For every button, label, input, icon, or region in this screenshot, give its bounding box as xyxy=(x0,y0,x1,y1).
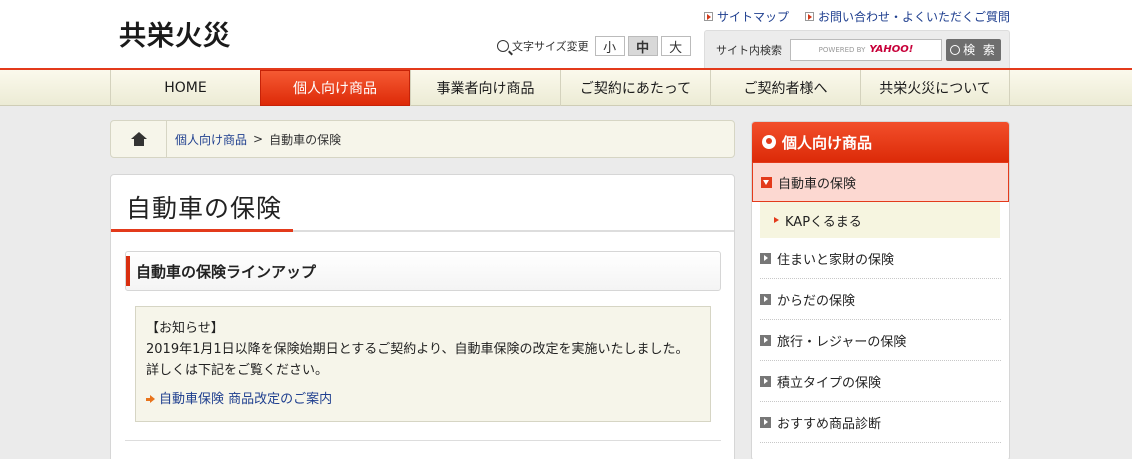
notice-body: 2019年1月1日以降を保険始期日とするご契約より、自動車保険の改定を実施いたし… xyxy=(146,342,689,378)
nav-for-policyholders[interactable]: ご契約者様へ xyxy=(710,70,860,106)
notice-box: 【お知らせ】 2019年1月1日以降を保険始期日とするご契約より、自動車保険の改… xyxy=(135,306,711,422)
notice-heading: 【お知らせ】 xyxy=(146,321,224,336)
sidebar: 個人向け商品 自動車の保険 KAPくるまる 住まいと家財の保険 からだの保険 旅… xyxy=(751,121,1010,459)
sidebar-item-travel-insurance[interactable]: 旅行・レジャーの保険 xyxy=(760,320,1001,361)
font-size-label: 文字サイズ変更 xyxy=(512,40,589,53)
breadcrumb-current: 自動車の保険 xyxy=(269,132,342,147)
sidebar-item-savings-insurance[interactable]: 積立タイプの保険 xyxy=(760,361,1001,402)
breadcrumb-link-personal[interactable]: 個人向け商品 xyxy=(175,131,247,148)
yahoo-logo: YAHOO! xyxy=(869,44,914,55)
circle-icon xyxy=(762,135,776,149)
search-label: サイト内検索 xyxy=(716,43,782,57)
chevron-right-icon xyxy=(760,334,771,346)
chevron-down-icon xyxy=(761,176,772,188)
breadcrumb-separator: > xyxy=(253,132,264,146)
contact-faq-link[interactable]: お問い合わせ・よくいただくご質問 xyxy=(804,8,1010,25)
section-bar xyxy=(126,256,130,286)
sidebar-subitem-kap[interactable]: KAPくるまる xyxy=(760,202,1000,238)
title-underline-accent xyxy=(111,229,293,232)
section-heading: 自動車の保険ラインアップ xyxy=(125,251,721,291)
search-input[interactable]: POWERED BY YAHOO! xyxy=(790,38,942,61)
chevron-right-icon xyxy=(760,293,771,305)
notice-link[interactable]: 自動車保険 商品改定のご案内 xyxy=(146,389,700,410)
sidebar-item-home-insurance[interactable]: 住まいと家財の保険 xyxy=(760,238,1001,279)
font-size-control: 文字サイズ変更 小 中 大 xyxy=(497,36,691,56)
magnifier-icon xyxy=(497,40,509,52)
arrow-right-icon xyxy=(146,395,155,404)
sidebar-item-auto-insurance[interactable]: 自動車の保険 xyxy=(752,162,1009,202)
nav-about[interactable]: 共栄火災について xyxy=(860,70,1010,106)
triangle-right-icon xyxy=(774,217,779,223)
chevron-right-icon xyxy=(760,416,771,428)
site-search: サイト内検索 POWERED BY YAHOO! 検 索 xyxy=(704,30,1010,68)
breadcrumb: 個人向け商品 > 自動車の保険 xyxy=(110,120,735,158)
home-icon xyxy=(130,132,147,146)
font-size-large-button[interactable]: 大 xyxy=(660,36,691,56)
font-size-medium-button[interactable]: 中 xyxy=(627,36,658,56)
header: 共栄火災 サイトマップ お問い合わせ・よくいただくご質問 文字サイズ変更 小 中… xyxy=(0,0,1132,68)
sidebar-item-body-insurance[interactable]: からだの保険 xyxy=(760,279,1001,320)
top-links: サイトマップ お問い合わせ・よくいただくご質問 xyxy=(703,8,1010,25)
chevron-right-icon xyxy=(760,252,771,264)
nav-home[interactable]: HOME xyxy=(110,70,260,106)
breadcrumb-home[interactable] xyxy=(111,121,167,157)
font-size-small-button[interactable]: 小 xyxy=(594,36,625,56)
sidebar-item-recommendation[interactable]: おすすめ商品診断 xyxy=(760,402,1001,443)
search-icon xyxy=(950,44,961,55)
global-nav: HOME 個人向け商品 事業者向け商品 ご契約にあたって ご契約者様へ 共栄火災… xyxy=(0,68,1132,106)
nav-personal-products[interactable]: 個人向け商品 xyxy=(260,70,410,106)
site-logo[interactable]: 共栄火災 xyxy=(119,14,231,53)
page-title: 自動車の保険 xyxy=(126,194,283,223)
arrow-box-icon xyxy=(703,12,713,21)
main-content: 自動車の保険 自動車の保険ラインアップ 【お知らせ】 2019年1月1日以降を保… xyxy=(110,174,735,459)
chevron-right-icon xyxy=(760,375,771,387)
sitemap-link[interactable]: サイトマップ xyxy=(703,8,789,25)
nav-contract-guide[interactable]: ご契約にあたって xyxy=(560,70,710,106)
divider xyxy=(125,440,721,441)
arrow-box-icon xyxy=(804,12,814,21)
search-button[interactable]: 検 索 xyxy=(946,38,1001,61)
nav-business-products[interactable]: 事業者向け商品 xyxy=(410,70,560,106)
sidebar-heading[interactable]: 個人向け商品 xyxy=(752,122,1009,162)
